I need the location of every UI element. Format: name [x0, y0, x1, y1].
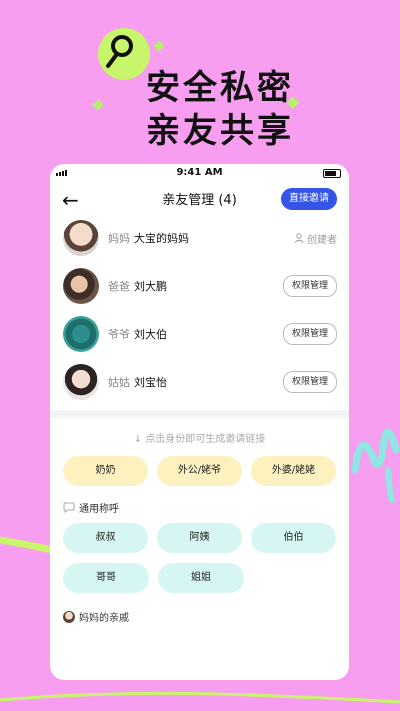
common-role-row: 哥哥 姐姐 — [50, 563, 349, 593]
role-pill[interactable]: 姐姐 — [158, 563, 244, 593]
avatar — [63, 220, 99, 256]
creator-label: 创建者 — [307, 234, 337, 246]
role-pill[interactable]: 奶奶 — [63, 456, 148, 486]
member-row[interactable]: 妈妈 大宝的妈妈 创建者 — [50, 214, 349, 262]
teal-squiggle-tail — [385, 467, 395, 503]
member-name: 刘大鹏 — [134, 280, 167, 293]
role-pill[interactable]: 哥哥 — [63, 563, 149, 593]
creator-badge: 创建者 — [294, 231, 337, 246]
phone-frame: 9:41 AM ← 亲友管理 (4) 直接邀请 妈妈 大宝的妈妈 创建者 爸爸 … — [50, 164, 349, 680]
mom-relatives-title: 妈妈的亲戚 — [79, 613, 129, 624]
hero-title-line2: 亲友共享 — [146, 111, 294, 151]
member-row[interactable]: 爸爸 刘大鹏 权限管理 — [50, 262, 349, 310]
hero-title-line1: 安全私密 — [146, 68, 294, 108]
nav-bar: ← 亲友管理 (4) 直接邀请 — [50, 182, 349, 214]
mom-avatar-icon — [63, 610, 75, 623]
avatar — [63, 316, 99, 352]
avatar — [63, 268, 99, 304]
down-arrow-icon: ↓ — [133, 434, 143, 445]
role-pill[interactable]: 叔叔 — [63, 523, 148, 553]
direct-invite-button[interactable]: 直接邀请 — [281, 188, 337, 210]
member-relation: 姑姑 — [108, 376, 130, 389]
battery-icon — [323, 169, 341, 178]
lime-stroke — [0, 536, 53, 554]
role-pill[interactable]: 外公/姥爷 — [157, 456, 242, 486]
mom-relatives-header: 妈妈的亲戚 — [50, 593, 349, 632]
page: { "hero": {"line1": "安全私密", "line2": "亲友… — [0, 0, 400, 711]
avatar — [63, 364, 99, 400]
role-pill[interactable]: 外婆/姥姥 — [251, 456, 336, 486]
role-pill[interactable]: 伯伯 — [251, 523, 336, 553]
permission-manage-button[interactable]: 权限管理 — [282, 275, 337, 297]
person-icon — [294, 233, 304, 243]
common-section-header: 通用称呼 — [50, 486, 349, 523]
teal-squiggle — [351, 428, 400, 474]
invite-hint-text: 点击身份即可生成邀请链接 — [145, 434, 266, 445]
member-row[interactable]: 姑姑 刘宝怡 权限管理 — [50, 358, 349, 406]
member-name: 刘大伯 — [134, 328, 167, 341]
member-relation: 爷爷 — [108, 328, 130, 341]
status-bar: 9:41 AM — [50, 164, 349, 182]
diamond-sparkle — [153, 40, 165, 52]
permission-manage-button[interactable]: 权限管理 — [282, 323, 337, 345]
invite-hint: ↓ 点击身份即可生成邀请链接 — [50, 418, 349, 456]
common-role-row: 叔叔 阿姨 伯伯 — [50, 523, 349, 553]
member-row[interactable]: 爷爷 刘大伯 权限管理 — [50, 310, 349, 358]
permission-manage-button[interactable]: 权限管理 — [282, 371, 337, 393]
status-time: 9:41 AM — [176, 167, 223, 178]
member-relation: 妈妈 — [108, 232, 130, 245]
family-role-row: 奶奶 外公/姥爷 外婆/姥姥 — [50, 456, 349, 486]
member-name: 刘宝怡 — [134, 376, 167, 389]
member-relation: 爸爸 — [108, 280, 130, 293]
common-section-title: 通用称呼 — [79, 504, 119, 515]
section-divider — [50, 410, 349, 418]
lime-line — [0, 691, 400, 704]
chat-bubble-icon — [63, 502, 75, 513]
back-arrow-icon[interactable]: ← — [62, 188, 79, 212]
role-pill[interactable]: 阿姨 — [157, 523, 242, 553]
member-name: 大宝的妈妈 — [134, 232, 189, 245]
